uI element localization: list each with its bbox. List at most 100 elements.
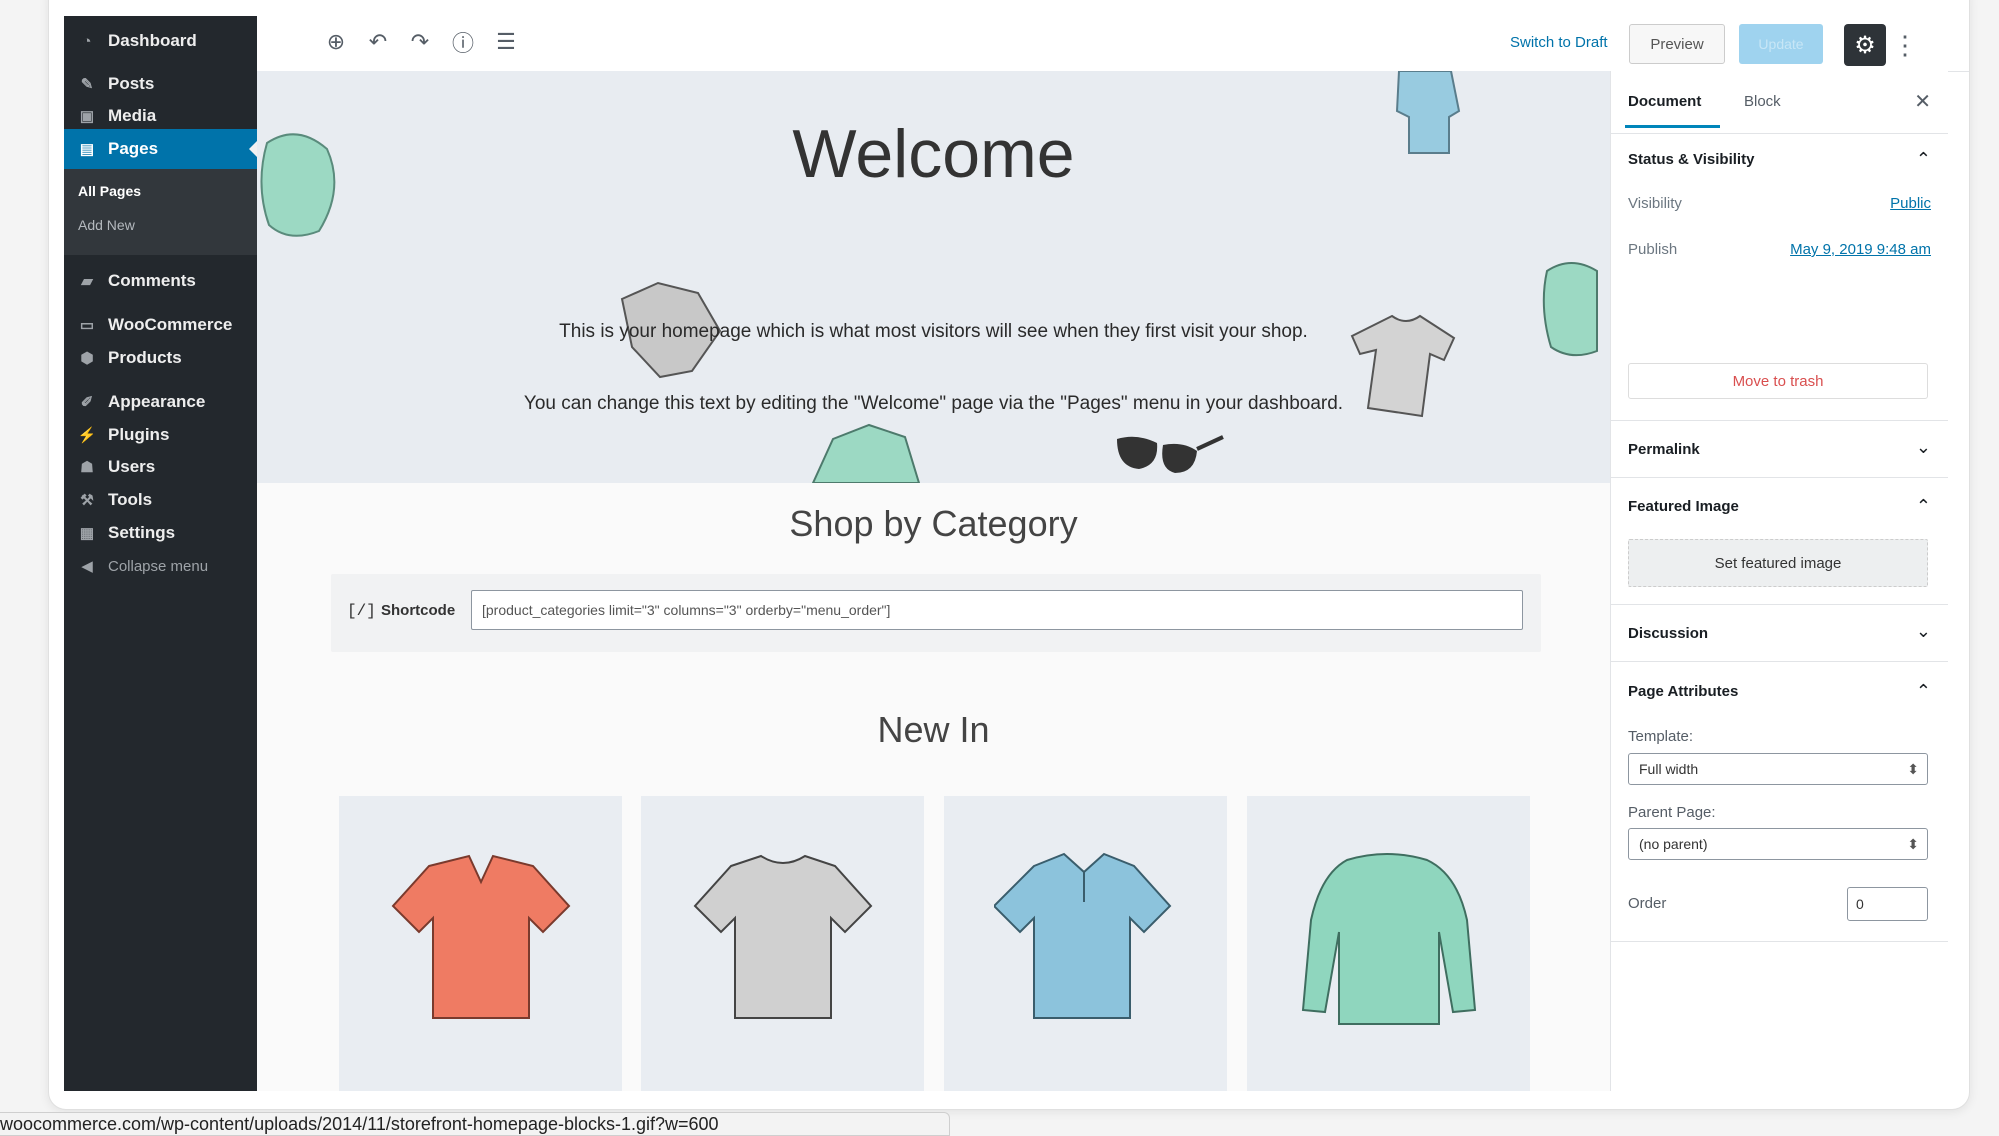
intro-text-1[interactable]: This is your homepage which is what most…: [257, 321, 1610, 343]
brush-icon: ✐: [80, 394, 94, 411]
pages-submenu: All Pages Add New: [64, 169, 257, 255]
polo-shirt-image: [994, 852, 1172, 1019]
sidebar-item-dashboard[interactable]: ◔ Dashboard: [64, 21, 257, 61]
collapse-menu-button[interactable]: ◀ Collapse menu: [64, 546, 257, 586]
divider: [1611, 420, 1948, 421]
gear-icon: ⚙: [1854, 31, 1876, 59]
cover-block[interactable]: Welcome This is your homepage which is w…: [257, 71, 1610, 483]
plug-icon: ⚡: [77, 427, 97, 444]
shop-by-category-heading[interactable]: Shop by Category: [257, 503, 1610, 545]
sunglasses-illustration: [1117, 435, 1224, 473]
new-in-heading[interactable]: New In: [257, 709, 1610, 751]
woocommerce-icon: ▭: [79, 317, 95, 334]
sidebar-item-label: Tools: [108, 490, 153, 509]
grey-tshirt-image: [693, 854, 873, 1019]
divider: [1611, 477, 1948, 478]
vneck-tshirt-image: [391, 854, 571, 1019]
shortcode-icon: [/]: [347, 602, 376, 620]
shortcode-label: Shortcode: [381, 602, 456, 619]
settings-sidebar: Document Block ✕ Status & Visibility ⌃ V…: [1610, 71, 1948, 1091]
featured-image-heading[interactable]: Featured Image: [1628, 498, 1739, 515]
sidebar-item-pages[interactable]: ▤ Pages: [64, 129, 257, 169]
parent-page-label: Parent Page:: [1628, 804, 1716, 821]
block-navigation-icon[interactable]: ☰: [493, 29, 519, 55]
pages-icon: ▤: [79, 141, 95, 158]
sidebar-item-label: Comments: [108, 271, 196, 290]
move-to-trash-button[interactable]: Move to trash: [1628, 363, 1928, 399]
shortcode-block[interactable]: [/] Shortcode [product_categories limit=…: [331, 574, 1541, 652]
sidebar-item-label: WooCommerce: [108, 315, 233, 334]
sidebar-item-label: Users: [108, 457, 156, 476]
sidebar-item-label: Dashboard: [108, 31, 197, 50]
admin-sidebar: ◔ Dashboard ✎ Posts ▣ Media ▤ Pages All …: [64, 16, 257, 1091]
settings-icon: ▦: [79, 525, 95, 542]
wrench-icon: ⚒: [80, 492, 94, 509]
collapse-icon: ◀: [81, 558, 93, 575]
shirt-green-illustration: [811, 423, 921, 483]
user-icon: ☗: [80, 459, 94, 476]
tab-block[interactable]: Block: [1744, 93, 1781, 110]
order-input[interactable]: 0: [1847, 887, 1928, 921]
info-icon[interactable]: ⓘ: [450, 29, 476, 56]
intro-text-2[interactable]: You can change this text by editing the …: [257, 393, 1610, 415]
more-options-icon[interactable]: ⋮: [1892, 24, 1918, 66]
shortcode-input[interactable]: [product_categories limit="3" columns="3…: [471, 590, 1523, 630]
box-icon: ⬢: [80, 350, 94, 367]
comment-icon: ▰: [81, 273, 93, 290]
visibility-value[interactable]: Public: [1890, 195, 1931, 212]
visibility-label: Visibility: [1628, 195, 1682, 212]
divider: [1611, 604, 1948, 605]
close-icon[interactable]: ✕: [1914, 89, 1931, 114]
status-bar-url: woocommerce.com/wp-content/uploads/2014/…: [0, 1112, 950, 1136]
product-card[interactable]: [1247, 796, 1530, 1091]
sidebar-item-products[interactable]: ⬢ Products: [64, 338, 257, 378]
pin-icon: ✎: [80, 76, 94, 93]
divider: [1611, 941, 1948, 942]
publish-label: Publish: [1628, 241, 1678, 258]
status-visibility-heading[interactable]: Status & Visibility: [1628, 151, 1754, 168]
sidebar-item-label: Media: [108, 106, 157, 125]
submenu-all-pages[interactable]: All Pages: [78, 183, 141, 199]
add-block-icon[interactable]: ⊕: [323, 29, 349, 55]
chevron-up-icon[interactable]: ⌃: [1916, 681, 1931, 702]
sidebar-item-label: Posts: [108, 74, 155, 93]
collapse-menu-label: Collapse menu: [108, 557, 209, 575]
editor-toolbar: ⊕ ↶ ↷ ⓘ ☰ Switch to Draft Preview Update…: [257, 16, 1969, 72]
chevron-down-icon[interactable]: ⌄: [1916, 437, 1931, 458]
sidebar-item-comments[interactable]: ▰ Comments: [64, 261, 257, 301]
sidebar-item-label: Appearance: [108, 392, 206, 411]
parent-page-select[interactable]: (no parent): [1628, 828, 1928, 860]
template-label: Template:: [1628, 728, 1694, 745]
longsleeve-shirt-image: [1301, 853, 1477, 1025]
media-icon: ▣: [79, 108, 95, 125]
permalink-heading[interactable]: Permalink: [1628, 441, 1700, 458]
settings-gear-button[interactable]: ⚙: [1844, 24, 1886, 66]
order-label: Order: [1628, 895, 1667, 912]
discussion-heading[interactable]: Discussion: [1628, 625, 1708, 642]
chevron-down-icon[interactable]: ⌄: [1916, 621, 1931, 642]
sidebar-item-label: Settings: [108, 523, 176, 542]
undo-icon[interactable]: ↶: [365, 29, 391, 55]
preview-button[interactable]: Preview: [1629, 24, 1725, 64]
product-card[interactable]: [641, 796, 924, 1091]
chevron-up-icon[interactable]: ⌃: [1916, 149, 1931, 170]
settings-tabs: Document Block ✕: [1611, 71, 1948, 134]
product-card[interactable]: [944, 796, 1227, 1091]
switch-to-draft-link[interactable]: Switch to Draft: [1510, 34, 1608, 51]
product-card[interactable]: [339, 796, 622, 1091]
sidebar-item-label: Products: [108, 348, 182, 367]
tab-document[interactable]: Document: [1624, 93, 1721, 128]
sidebar-item-label: Plugins: [108, 425, 170, 444]
template-select[interactable]: Full width: [1628, 753, 1928, 785]
divider: [1611, 661, 1948, 662]
update-button[interactable]: Update: [1739, 24, 1823, 64]
chevron-up-icon[interactable]: ⌃: [1916, 496, 1931, 517]
submenu-add-new[interactable]: Add New: [78, 217, 135, 233]
redo-icon[interactable]: ↷: [407, 29, 433, 55]
publish-date[interactable]: May 9, 2019 9:48 am: [1790, 241, 1931, 258]
dashboard-icon: ◔: [82, 32, 92, 50]
page-attributes-heading[interactable]: Page Attributes: [1628, 683, 1738, 700]
page-title[interactable]: Welcome: [257, 115, 1610, 193]
set-featured-image-button[interactable]: Set featured image: [1628, 539, 1928, 587]
browser-frame: ◔ Dashboard ✎ Posts ▣ Media ▤ Pages All …: [48, 0, 1970, 1110]
